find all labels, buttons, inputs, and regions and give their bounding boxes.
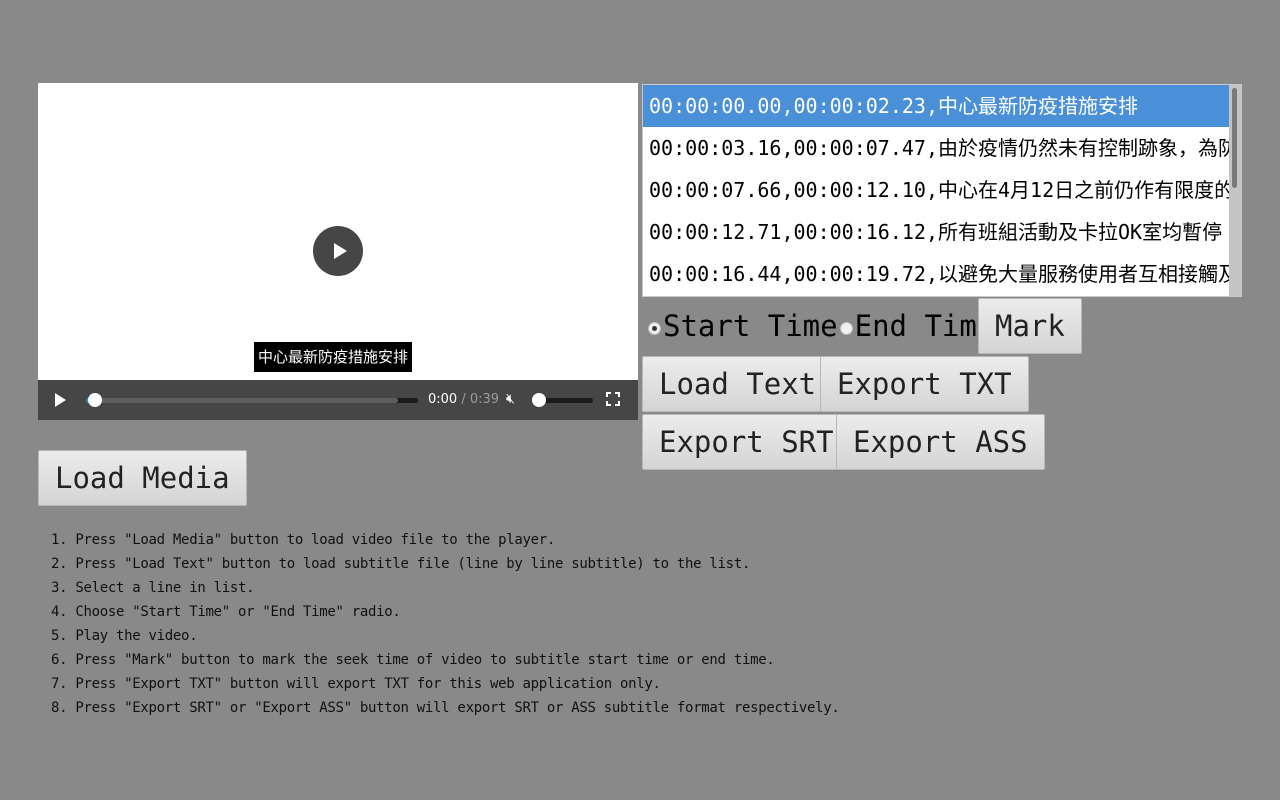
instruction-item: 6. Press "Mark" button to mark the seek … xyxy=(51,652,775,668)
seek-bar[interactable] xyxy=(86,398,418,403)
volume-handle[interactable] xyxy=(532,393,546,407)
instruction-item: 2. Press "Load Text" button to load subt… xyxy=(51,556,751,572)
mute-icon[interactable]: 🔇︎ xyxy=(506,391,515,407)
export-ass-button[interactable]: Export ASS xyxy=(836,414,1045,470)
video-player[interactable]: 中心最新防疫措施安排 0:00 / 0:39 🔇︎ xyxy=(38,83,638,420)
instruction-item: 5. Play the video. xyxy=(51,628,198,644)
time-radio-group: Start Time End Time xyxy=(646,298,994,354)
instructions-list: 1. Press "Load Media" button to load vid… xyxy=(51,528,840,720)
load-text-button[interactable]: Load Text xyxy=(642,356,834,412)
time-display: 0:00 / 0:39 xyxy=(428,392,499,407)
list-scrollbar[interactable] xyxy=(1229,85,1241,296)
subtitle-list[interactable]: 00:00:00.00,00:00:02.23,中心最新防疫措施安排 00:00… xyxy=(642,84,1242,297)
export-txt-button[interactable]: Export TXT xyxy=(820,356,1029,412)
list-item[interactable]: 00:00:16.44,00:00:19.72,以避免大量服務使用者互相接觸及感 xyxy=(643,253,1229,295)
start-time-label[interactable]: Start Time xyxy=(663,309,838,343)
scrollbar-thumb[interactable] xyxy=(1232,88,1237,188)
instruction-item: 7. Press "Export TXT" button will export… xyxy=(51,676,661,692)
start-time-radio[interactable] xyxy=(648,321,661,335)
big-play-button[interactable] xyxy=(313,226,363,276)
list-item[interactable]: 00:00:07.66,00:00:12.10,中心在4月12日之前仍作有限度的… xyxy=(643,169,1229,211)
instruction-item: 4. Choose "Start Time" or "End Time" rad… xyxy=(51,604,401,620)
instruction-item: 8. Press "Export SRT" or "Export ASS" bu… xyxy=(51,700,840,716)
time-separator: / xyxy=(461,392,466,407)
end-time-radio[interactable] xyxy=(839,321,853,335)
list-item[interactable]: 00:00:12.71,00:00:16.12,所有班組活動及卡拉OK室均暫停 xyxy=(643,211,1229,253)
duration: 0:39 xyxy=(469,392,500,407)
player-controls: 0:00 / 0:39 🔇︎ xyxy=(38,380,638,420)
seek-buffered xyxy=(86,398,399,403)
list-item[interactable]: 00:00:03.16,00:00:07.47,由於疫情仍然未有控制跡象，為防止 xyxy=(643,127,1229,169)
fullscreen-icon[interactable] xyxy=(606,392,620,406)
end-time-label[interactable]: End Time xyxy=(855,309,995,343)
instruction-item: 1. Press "Load Media" button to load vid… xyxy=(51,532,555,548)
list-item[interactable]: 00:00:00.00,00:00:02.23,中心最新防疫措施安排 xyxy=(643,85,1229,127)
load-media-button[interactable]: Load Media xyxy=(38,450,247,506)
video-caption: 中心最新防疫措施安排 xyxy=(254,342,413,372)
current-time: 0:00 xyxy=(428,392,458,407)
volume-slider[interactable] xyxy=(538,398,593,403)
seek-handle[interactable] xyxy=(88,393,102,407)
export-srt-button[interactable]: Export SRT xyxy=(642,414,851,470)
instruction-item: 3. Select a line in list. xyxy=(51,580,255,596)
play-icon[interactable] xyxy=(55,393,66,407)
mark-button[interactable]: Mark xyxy=(978,298,1082,354)
